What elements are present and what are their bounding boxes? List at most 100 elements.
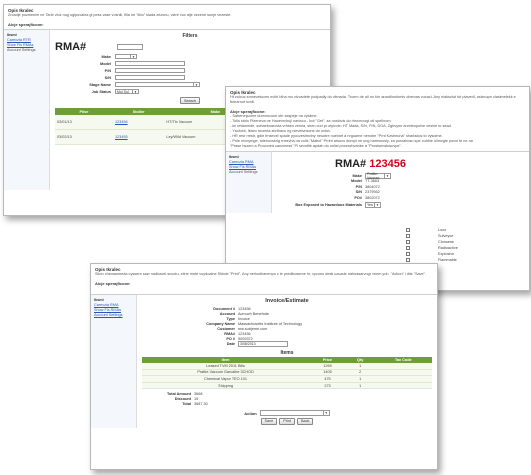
window-body: Iksmi Careczla RMA Show Fis RMAs Account…: [226, 151, 529, 213]
menu-link-account-settings[interactable]: Account Settings: [94, 313, 133, 318]
status-select[interactable]: Mol Sol ▼: [115, 88, 139, 95]
customer-label: Customer: [217, 326, 235, 331]
chevron-down-icon: ▼: [132, 89, 137, 94]
status-select-value: Mol Sol: [117, 89, 129, 94]
column-header-rma[interactable]: Stoller: [112, 108, 165, 115]
cell-qty: 1: [345, 375, 375, 383]
search-button[interactable]: Search: [179, 97, 201, 104]
filter-row-sn: S/N: [55, 74, 325, 81]
sn-input[interactable]: [115, 74, 185, 81]
page-header: Opis Ikralec Zrcadje pozmenim ne Tarie v…: [4, 5, 330, 29]
rma-heading: RMA# 123456: [335, 158, 524, 170]
account-value: Acmuvh Benefode: [238, 311, 270, 316]
document-label: Document #: [213, 306, 235, 311]
hazard-checklist: Loco Sulveyce Clonoese Radioactive Explo…: [406, 227, 458, 263]
pn-value: 3804072: [365, 184, 380, 189]
filter-row-make: Make ▼: [55, 53, 325, 60]
chevron-down-icon: ▼: [193, 82, 198, 87]
cell-price: 273: [309, 382, 346, 390]
header-description: Zrcadje pozmenim ne Tarie vloz nog uglpu…: [8, 13, 232, 17]
action-select[interactable]: ▼: [259, 410, 330, 416]
header-description: Skon chsmanmeda cyssera sazr nadbacel sn…: [95, 272, 427, 276]
total-amount-value: 3668: [194, 391, 203, 396]
table-row: Chemical Vapor TEO 101 475 1: [142, 375, 432, 383]
action-label: Action: [244, 410, 257, 416]
cell-price: 1405: [309, 369, 346, 377]
rma-value: 123456: [238, 331, 251, 336]
checkbox[interactable]: [406, 228, 410, 232]
type-label: Type: [226, 316, 235, 321]
table-row: Prattle-Vaccum Garcalbe 3CHOD 1405 2: [142, 369, 432, 377]
model-value: TT-3663: [365, 179, 380, 184]
po-value: 9009372: [238, 336, 253, 341]
cell-qty: 2: [345, 369, 375, 377]
stage-select[interactable]: ▼: [115, 81, 200, 88]
chevron-down-icon: ▼: [374, 203, 379, 207]
date-input[interactable]: 3/08/2013: [238, 341, 288, 347]
discount-label: Discount: [174, 396, 191, 401]
filter-row-pn: P/N: [55, 67, 325, 74]
instruction-bullet: "Prase hszem a Proconed canzmess" Pi sev…: [230, 144, 402, 148]
cell-rma-link[interactable]: 123455: [112, 129, 165, 145]
page-header: Opis Ikralec Ht zolcuc smnezetucen eviht…: [226, 87, 529, 151]
po-value: 3802072: [365, 195, 380, 200]
discount-value: 15: [194, 396, 199, 401]
table-row: Shipping 273 1: [142, 382, 432, 390]
cell-qty: 1: [345, 382, 375, 390]
hazardous-label: Box Exposed to Hazardous Materials: [295, 203, 362, 207]
checkbox[interactable]: [406, 234, 410, 238]
total-value: 3687.30: [194, 401, 208, 406]
rma-input[interactable]: [117, 44, 143, 50]
model-input[interactable]: [115, 60, 185, 67]
window-body: Iksmi Careczla RMA Show Fis RMAs Account…: [91, 294, 437, 428]
checkbox[interactable]: [406, 252, 410, 256]
side-menu: Iksmi Careczla RMA Show Fis RMAs Account…: [91, 295, 137, 428]
make-select[interactable]: Prattle-Vaccum ▼: [365, 172, 391, 180]
total-row: Total 3687.30: [142, 401, 432, 406]
sn-label: S/N: [104, 75, 111, 80]
hazardous-select[interactable]: Yes ▼: [365, 202, 381, 208]
checkbox[interactable]: [406, 240, 410, 244]
chevron-down-icon: ▼: [322, 411, 328, 416]
save-button[interactable]: Save: [260, 417, 278, 425]
cell-tax-code: [374, 382, 432, 390]
section-heading: Alcje sperajficone:: [95, 281, 131, 286]
model-label: Model: [100, 61, 111, 66]
pn-input[interactable]: [115, 67, 185, 74]
cell-item: Prattle-Vaccum Garcalbe 3CHOD: [142, 369, 310, 377]
make-select[interactable]: ▼: [115, 53, 137, 60]
document-value: 123456: [238, 306, 251, 311]
items-title: Items: [280, 350, 294, 356]
rma-number: 123456: [369, 158, 406, 170]
stage-label: Stage Name: [89, 82, 111, 87]
items-table: Item Price Qty Tax Code Leased TVM 2011 …: [142, 357, 432, 390]
total-amount-label: Total Amount: [166, 391, 191, 396]
rma-detail-window: Opis Ikralec Ht zolcuc smnezetucen eviht…: [225, 86, 530, 291]
cell-tax-code: [374, 375, 432, 383]
rma-label: RMA#: [224, 331, 235, 336]
rma-label: RMA#: [55, 41, 87, 53]
action-row: Action ▼: [142, 410, 432, 416]
chevron-down-icon: ▼: [130, 54, 135, 59]
totals-block: Total Amount 3668 Discount 15 Total 3687…: [142, 391, 432, 406]
cell-tax-code: [374, 369, 432, 377]
make-label: Make: [101, 54, 112, 59]
sn-value: 2379932: [365, 190, 380, 195]
button-row: Save Print Back: [142, 417, 432, 425]
cell-item: Shipping: [142, 382, 310, 390]
column-header-date[interactable]: Pilse: [55, 108, 113, 115]
cell-rma-link[interactable]: 123456: [112, 115, 165, 130]
menu-link-account-settings[interactable]: Account Settings: [229, 170, 268, 175]
account-label: Account: [219, 311, 235, 316]
pn-label: P/N: [355, 184, 362, 189]
checkbox[interactable]: [406, 258, 410, 262]
checkbox-label: Flammable: [438, 258, 457, 262]
type-value: Invoice: [238, 316, 251, 321]
menu-link-account-settings[interactable]: Account Settings: [7, 48, 46, 53]
back-button[interactable]: Back: [297, 417, 314, 425]
checkbox[interactable]: [406, 246, 410, 250]
company-label: Company Name: [206, 321, 235, 326]
make-label: Make: [352, 173, 363, 178]
total-label: Total: [182, 401, 191, 406]
print-button[interactable]: Print: [279, 417, 295, 425]
